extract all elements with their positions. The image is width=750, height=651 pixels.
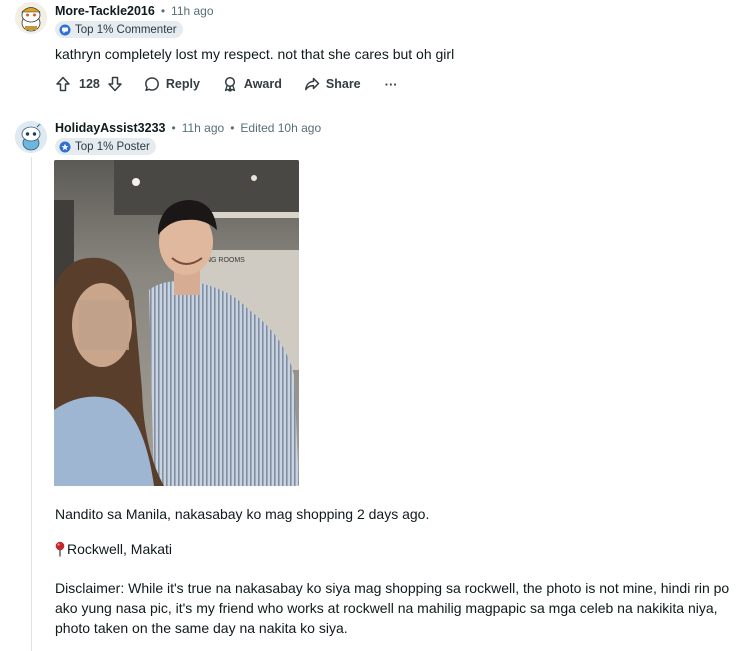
- share-label: Share: [325, 77, 361, 91]
- separator-dot: •: [171, 121, 176, 135]
- location-line: Rockwell, Makati: [55, 539, 172, 559]
- comment-action-bar: 128 Reply Award Share ···: [55, 74, 398, 94]
- round-pushpin-icon: [55, 541, 65, 557]
- more-options-label: ···: [384, 76, 398, 92]
- poster-badge-icon: [59, 141, 71, 152]
- snoo-avatar-icon: [15, 2, 47, 34]
- comment-timestamp[interactable]: 11h ago: [182, 121, 225, 135]
- vote-score: 128: [79, 77, 100, 91]
- flair-label: Top 1% Poster: [75, 140, 150, 153]
- comment-body: kathryn completely lost my respect. not …: [55, 46, 455, 62]
- award-icon: [224, 76, 236, 92]
- more-options-button[interactable]: ···: [385, 77, 398, 92]
- comment-author[interactable]: HolidayAssist3233: [55, 121, 165, 135]
- arrow-up-icon: [56, 76, 70, 92]
- reply-bubble-icon: [144, 77, 159, 92]
- selfie-photo: ING ROOMS: [54, 160, 299, 486]
- disclaimer-line: photo taken on the same day na nakita ko…: [55, 620, 348, 636]
- comment-paragraph: Nandito sa Manila, nakasabay ko mag shop…: [55, 506, 430, 522]
- comment-timestamp[interactable]: 11h ago: [171, 4, 214, 18]
- flair-label: Top 1% Commenter: [75, 23, 177, 36]
- snoo-avatar-icon: [15, 121, 47, 153]
- comment-author[interactable]: More-Tackle2016: [55, 4, 155, 18]
- edited-label: Edited 10h ago: [240, 121, 322, 135]
- comment-image[interactable]: ING ROOMS: [54, 160, 299, 486]
- avatar[interactable]: [15, 121, 47, 153]
- commenter-badge-icon: [59, 24, 71, 35]
- disclaimer-line: ako yung nasa pic, it's my friend who wo…: [55, 600, 718, 616]
- separator-dot: •: [230, 121, 235, 135]
- separator-dot: •: [160, 4, 166, 18]
- disclaimer-line: Disclaimer: While it's true na nakasabay…: [55, 580, 730, 596]
- svg-text:ING ROOMS: ING ROOMS: [204, 257, 245, 264]
- reply-button[interactable]: Reply: [144, 76, 200, 92]
- reply-label: Reply: [165, 77, 200, 91]
- award-button[interactable]: Award: [222, 76, 282, 92]
- downvote-button[interactable]: [107, 76, 123, 92]
- thread-line[interactable]: [31, 157, 32, 651]
- share-arrow-icon: [304, 77, 320, 91]
- arrow-down-icon: [108, 76, 122, 92]
- user-flair: Top 1% Commenter: [55, 21, 183, 38]
- disclaimer-paragraph: Disclaimer: While it's true na nakasabay…: [55, 578, 729, 638]
- share-button[interactable]: Share: [304, 76, 361, 92]
- award-label: Award: [243, 77, 282, 91]
- location-text: Rockwell, Makati: [67, 541, 173, 557]
- user-flair: Top 1% Poster: [55, 138, 156, 155]
- upvote-button[interactable]: [55, 76, 71, 92]
- avatar[interactable]: [15, 2, 47, 34]
